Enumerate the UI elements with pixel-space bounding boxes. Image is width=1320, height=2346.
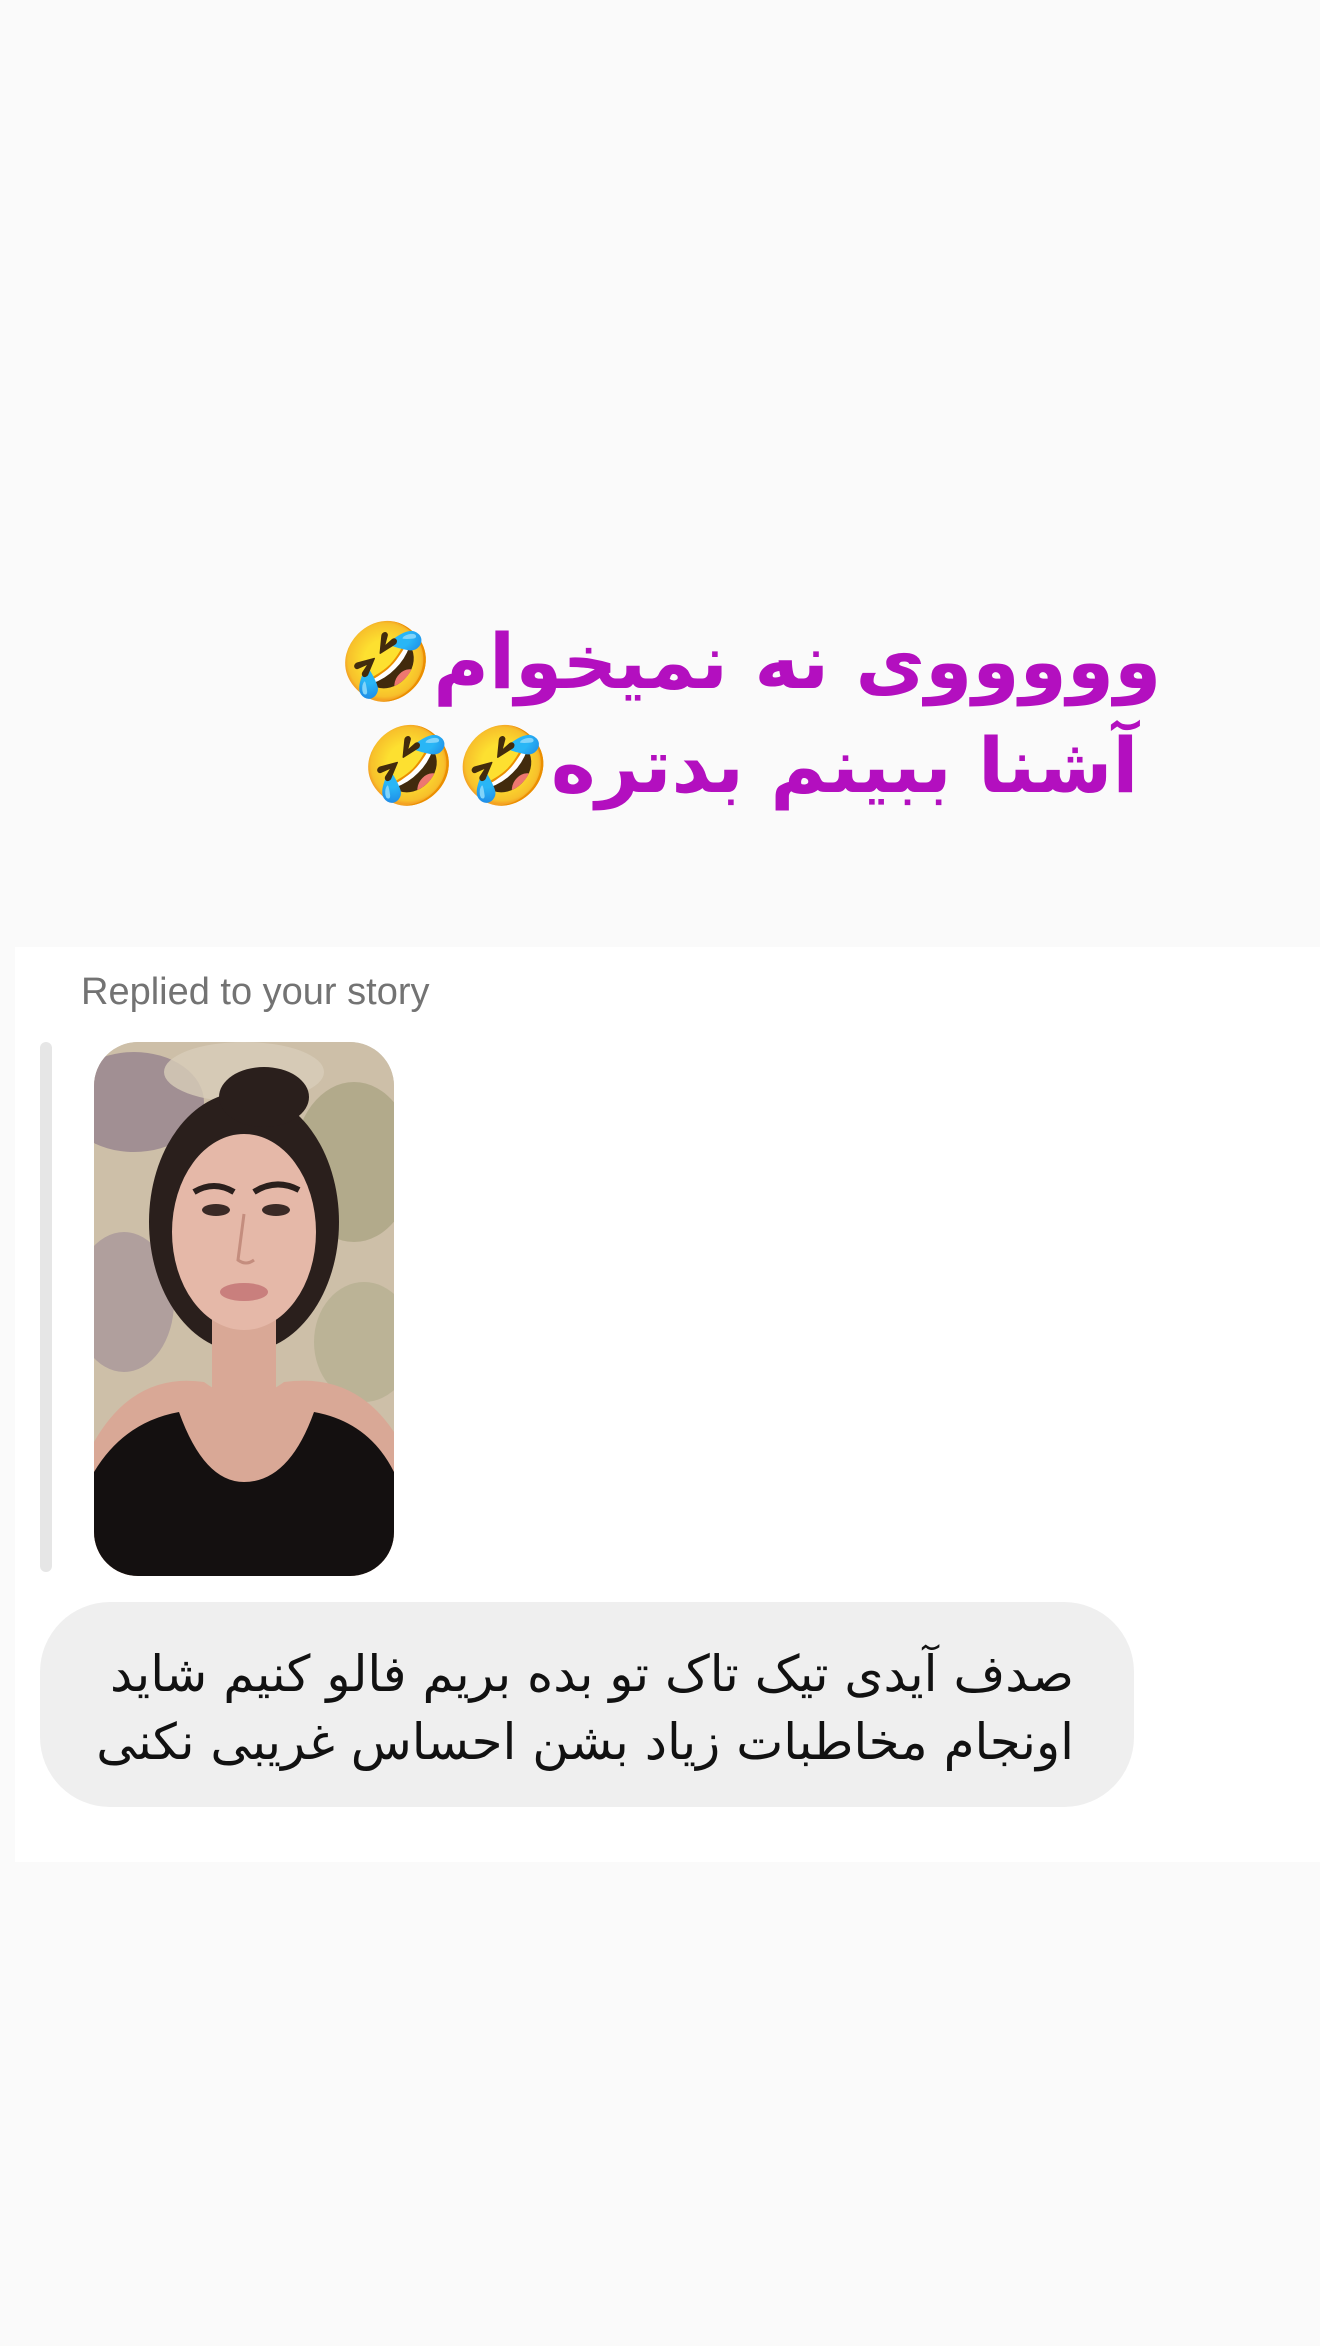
chat-message-card: Replied to your story صدف آیدی تیک تاک ت… [15,947,1320,1862]
overlay-line-2: آشنا ببینم بدتره🤣🤣 [361,721,1139,810]
reply-caption: Replied to your story [81,971,430,1013]
story-thumbnail[interactable] [94,1042,394,1576]
overlay-line-1: وووووی نه نمیخوام🤣 [338,617,1162,706]
reply-indicator-bar [40,1042,52,1572]
story-overlay-text: وووووی نه نمیخوام🤣 آشنا ببینم بدتره🤣🤣 [300,610,1200,818]
message-bubble[interactable]: صدف آیدی تیک تاک تو بده بریم فالو کنیم ش… [40,1602,1134,1807]
message-line-2: اونجام مخاطبات زیاد بشن احساس غریبی نکنی [96,1713,1074,1771]
message-text: صدف آیدی تیک تاک تو بده بریم فالو کنیم ش… [80,1640,1074,1776]
message-line-1: صدف آیدی تیک تاک تو بده بریم فالو کنیم ش… [110,1645,1074,1703]
story-photo-illustration [94,1042,394,1576]
